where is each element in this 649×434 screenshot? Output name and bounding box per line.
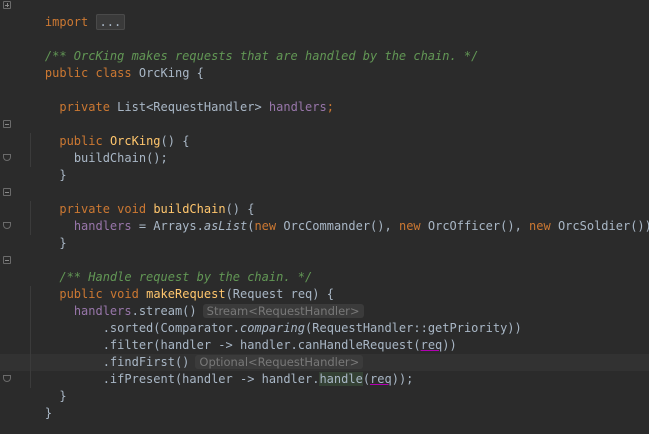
class-keyword: class <box>95 66 132 80</box>
code-line-class-decl[interactable]: public class OrcKing { <box>16 48 204 80</box>
code-line-findfirst[interactable]: .findFirst() Optional<RequestHandler> <box>16 337 364 369</box>
code-line-method-doc[interactable]: /** Handle request by the chain. */ <box>16 252 312 284</box>
modifier-keyword: public <box>44 66 89 80</box>
code-line-make-decl[interactable]: public void makeRequest(Request req) { <box>16 269 334 301</box>
method-call: handle <box>319 372 363 386</box>
closing-brace: } <box>59 389 67 403</box>
parameter-ref: req <box>420 338 443 352</box>
closing-brace: } <box>59 168 67 182</box>
import-keyword: import <box>44 15 89 29</box>
code-line-sorted[interactable]: .sorted(Comparator.comparing(RequestHand… <box>16 303 522 335</box>
code-text: OrcOfficer(), <box>420 219 530 233</box>
field-ref: handlers <box>73 219 132 233</box>
code-text: )) <box>442 338 457 352</box>
code-line-ctor-decl[interactable]: public OrcKing() { <box>16 116 189 148</box>
modifier-keyword: private <box>59 100 110 114</box>
code-text: ( <box>362 372 371 386</box>
call-args: (); <box>146 151 168 165</box>
field-name: handlers <box>268 100 327 114</box>
code-text: .ifPresent(handler -> handler. <box>102 372 320 386</box>
method-call: buildChain <box>73 151 147 165</box>
fold-collapse-icon[interactable] <box>3 188 11 196</box>
semicolon: ; <box>326 100 334 114</box>
new-keyword: new <box>254 219 277 233</box>
field-type: List<RequestHandler> <box>117 100 262 114</box>
code-text: = Arrays. <box>131 219 204 233</box>
parameter-ref: req <box>370 372 392 386</box>
code-line-ctor-body[interactable]: buildChain(); <box>16 133 168 165</box>
code-text: )); <box>391 372 414 386</box>
code-line-build-decl[interactable]: private void buildChain() { <box>16 184 254 216</box>
fold-expand-icon[interactable] <box>3 1 11 9</box>
code-text: OrcCommander(), <box>276 219 399 233</box>
code-line-stream[interactable]: handlers.stream() Stream<RequestHandler> <box>16 286 364 318</box>
code-text: OrcSoldier()); <box>550 219 649 233</box>
fold-collapse-icon[interactable] <box>3 256 11 264</box>
code-editor[interactable]: import ... /** OrcKing makes requests th… <box>0 0 649 434</box>
code-line-class-close[interactable]: } <box>16 388 52 420</box>
collapsed-imports-placeholder[interactable]: ... <box>95 14 126 30</box>
code-line-make-close[interactable]: } <box>16 371 66 403</box>
closing-brace: } <box>59 236 67 250</box>
class-name: OrcKing <box>138 66 190 80</box>
fold-collapse-icon[interactable] <box>3 120 11 128</box>
code-line-field[interactable]: private List<RequestHandler> handlers; <box>16 82 334 114</box>
code-line-build-close[interactable]: } <box>16 218 66 250</box>
new-keyword: new <box>398 219 421 233</box>
code-line-build-body[interactable]: handlers = Arrays.asList(new OrcCommande… <box>16 201 649 233</box>
code-line-class-doc[interactable]: /** OrcKing makes requests that are hand… <box>16 31 478 63</box>
static-method: asList <box>203 219 248 233</box>
code-line-import[interactable]: import ... <box>16 0 126 30</box>
new-keyword: new <box>529 219 551 233</box>
code-line-ctor-close[interactable]: } <box>16 150 66 182</box>
closing-brace: } <box>44 406 53 420</box>
code-line-ifpresent[interactable]: .ifPresent(handler -> handler.handle(req… <box>16 354 413 386</box>
code-line-filter[interactable]: .filter(handler -> handler.canHandleRequ… <box>16 320 457 352</box>
brace: { <box>189 66 204 80</box>
